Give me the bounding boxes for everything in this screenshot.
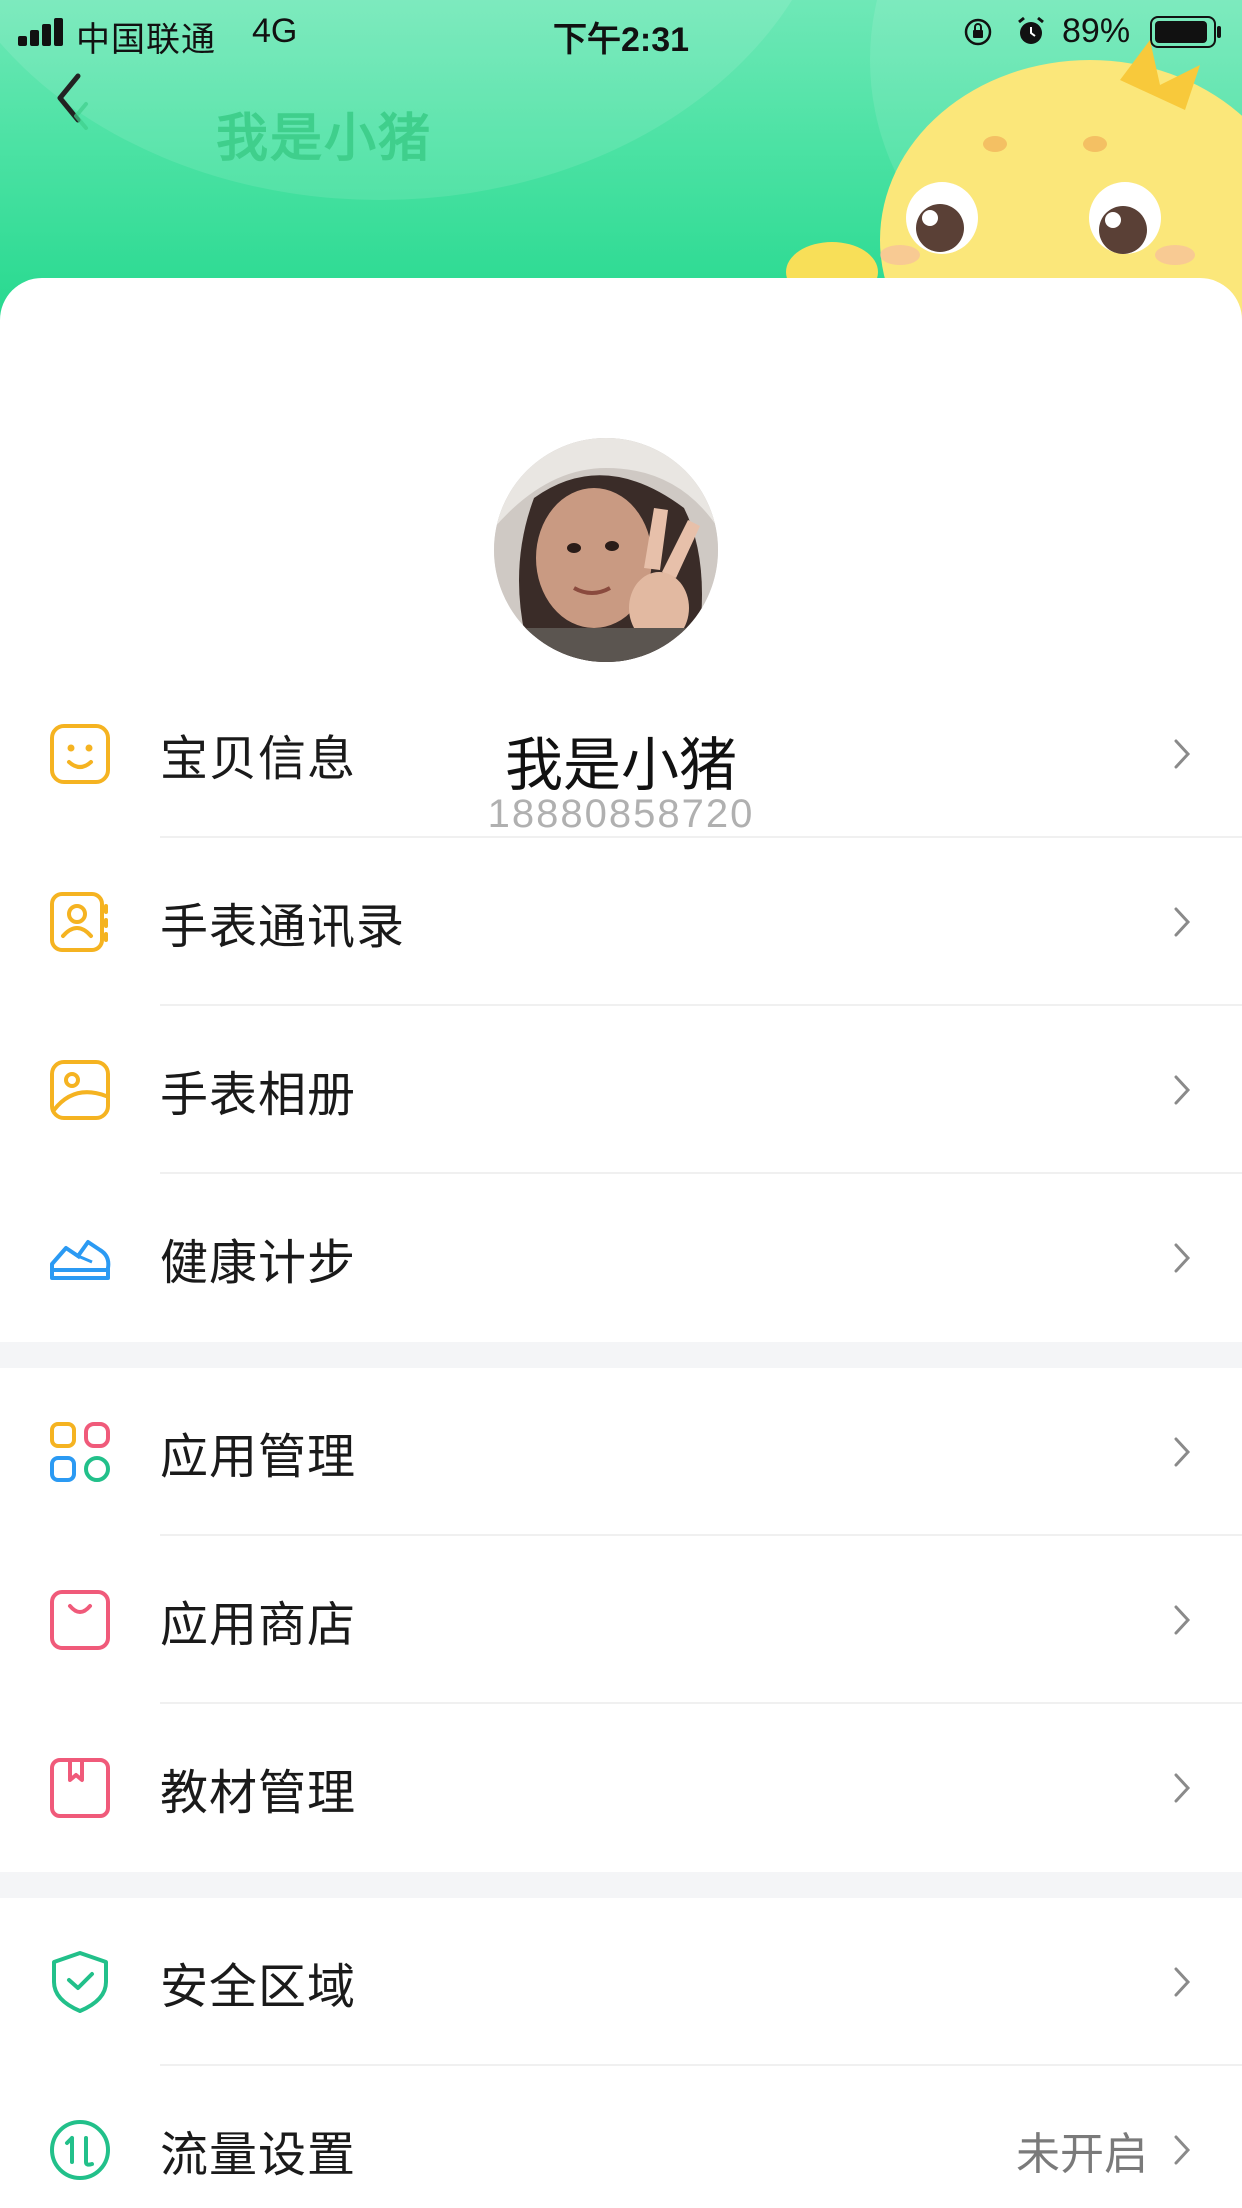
chevron-right-icon <box>1174 1075 1191 1105</box>
menu-item-data-settings[interactable]: 流量设置 未开启 <box>0 2066 1242 2208</box>
menu-item-baby-info[interactable]: 宝贝信息 <box>0 670 1242 838</box>
avatar[interactable] <box>484 428 728 672</box>
menu-item-safe-zone[interactable]: 安全区域 <box>0 1898 1242 2066</box>
photo-album-icon <box>50 1060 110 1120</box>
shield-check-icon <box>52 1951 108 2013</box>
apps-grid-icon <box>50 1422 110 1482</box>
chevron-right-icon <box>1174 2135 1191 2165</box>
menu-item-watch-contacts[interactable]: 手表通讯录 <box>0 838 1242 1006</box>
menu-item-health-steps[interactable]: 健康计步 <box>0 1174 1242 1342</box>
menu-item-label: 流量设置 <box>160 2127 357 2183</box>
menu-item-textbook-management[interactable]: 教材管理 <box>0 1704 1242 1872</box>
menu-item-label: 手表相册 <box>160 1067 357 1123</box>
menu-item-label: 安全区域 <box>160 1959 357 2015</box>
chevron-right-icon <box>1174 1773 1191 1803</box>
chevron-right-icon <box>1174 1437 1191 1467</box>
textbook-icon <box>50 1758 110 1818</box>
chevron-right-icon <box>1174 907 1191 937</box>
menu-item-label: 健康计步 <box>160 1235 357 1291</box>
chevron-right-icon <box>1174 1967 1191 1997</box>
menu-item-watch-album[interactable]: 手表相册 <box>0 1006 1242 1174</box>
smile-face-icon <box>50 724 110 784</box>
data-traffic-icon <box>50 2120 110 2180</box>
menu-item-label: 手表通讯录 <box>160 899 406 955</box>
shopping-bag-icon <box>50 1590 110 1650</box>
menu-item-value: 未开启 <box>1016 2129 1148 2180</box>
section-separator <box>0 1872 1242 1898</box>
menu-item-label: 宝贝信息 <box>160 731 357 787</box>
menu-item-app-store[interactable]: 应用商店 <box>0 1536 1242 1704</box>
profile-card: 我是小猪 18880858720 宝贝信息 手表通讯录 手表相册 健康计步 应用… <box>0 278 1242 2208</box>
chevron-right-icon <box>1174 1243 1191 1273</box>
menu-item-label: 应用管理 <box>160 1429 357 1485</box>
page-title: 我是小猪 <box>216 109 433 169</box>
menu-item-label: 教材管理 <box>160 1765 357 1821</box>
sneaker-icon <box>50 1240 111 1280</box>
contacts-book-icon <box>50 892 108 952</box>
back-button[interactable] <box>52 70 112 160</box>
menu-item-label: 应用商店 <box>160 1597 357 1653</box>
chevron-right-icon <box>1174 739 1191 769</box>
section-separator <box>0 1342 1242 1368</box>
chevron-right-icon <box>1174 1605 1191 1635</box>
menu-item-app-management[interactable]: 应用管理 <box>0 1368 1242 1536</box>
